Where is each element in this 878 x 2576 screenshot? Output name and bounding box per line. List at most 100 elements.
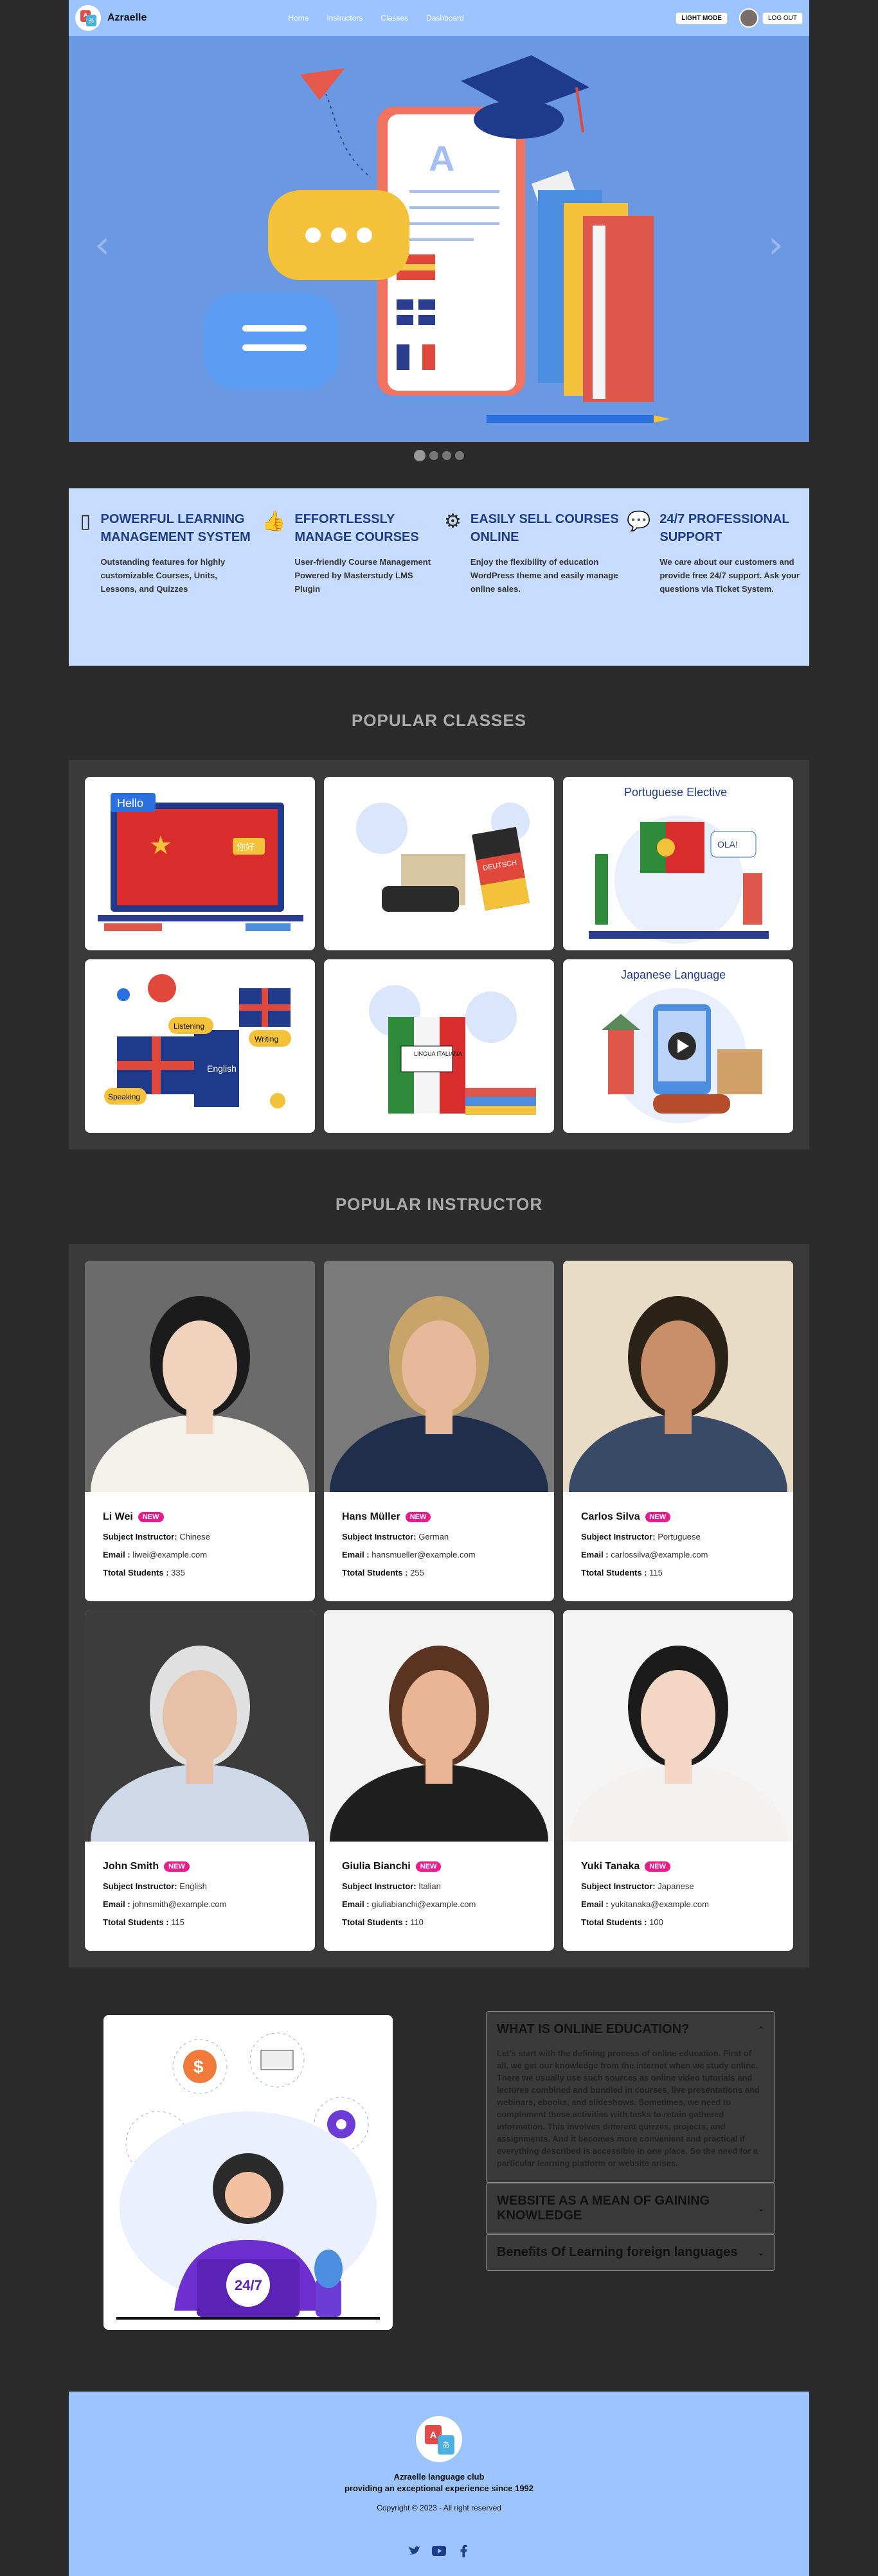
chevron-up-icon: ⌃ xyxy=(757,2025,764,2034)
faq-question[interactable]: WHAT IS ONLINE EDUCATION? ⌃ xyxy=(487,2012,775,2047)
instructor-subject: Portuguese xyxy=(658,1532,701,1541)
next-slide-icon[interactable]: › xyxy=(768,222,784,267)
instructor-email: liwei@example.com xyxy=(132,1550,208,1559)
class-card-japanese[interactable]: Japanese Language xyxy=(563,959,793,1133)
nav-instructors[interactable]: Instructors xyxy=(327,13,363,22)
paper-plane-icon xyxy=(300,68,345,100)
class-card-english[interactable]: English Listening Writing Speaking xyxy=(85,959,315,1133)
slide-dot[interactable] xyxy=(429,451,438,460)
instructor-card[interactable]: Li Wei NEW Subject Instructor: Chinese E… xyxy=(85,1261,315,1601)
youtube-icon[interactable] xyxy=(431,2543,447,2559)
faq-item-online-education[interactable]: WHAT IS ONLINE EDUCATION? ⌃ Let's start … xyxy=(486,2011,775,2183)
students-label: Ttotal Students : xyxy=(103,1568,169,1577)
avatar[interactable] xyxy=(739,8,758,28)
footer-logo: Aあ xyxy=(416,2416,462,2462)
email-label: Email : xyxy=(581,1550,609,1559)
class-card-german[interactable]: DEUTSCH xyxy=(324,777,554,950)
instructor-card[interactable]: Hans Müller NEW Subject Instructor: Germ… xyxy=(324,1261,554,1601)
instructor-photo xyxy=(563,1261,793,1492)
instructor-students: 110 xyxy=(410,1917,424,1927)
brand[interactable]: Aあ Azraelle Home Instructors Classes Das… xyxy=(75,5,464,31)
faq-question[interactable]: WEBSITE AS A MEAN OF GAINING KNOWLEDGE ⌄ xyxy=(487,2183,775,2234)
svg-text:LINGUA ITALIANA: LINGUA ITALIANA xyxy=(414,1051,462,1057)
svg-text:Speaking: Speaking xyxy=(108,1092,140,1101)
instructor-card[interactable]: John Smith NEW Subject Instructor: Engli… xyxy=(85,1610,315,1951)
twitter-icon[interactable] xyxy=(407,2543,422,2559)
faq-question-text: WEBSITE AS A MEAN OF GAINING KNOWLEDGE xyxy=(497,2194,710,2223)
slide-dot[interactable] xyxy=(455,451,464,460)
instructor-card[interactable]: Carlos Silva NEW Subject Instructor: Por… xyxy=(563,1261,793,1601)
english-class-image: English Listening Writing Speaking xyxy=(104,974,291,1108)
feature-lms: ▯ POWERFUL LEARNING MANAGEMENT SYSTEM Ou… xyxy=(79,510,255,666)
instructor-name: John Smith xyxy=(103,1861,159,1872)
faq-question-text: Benefits Of Learning foreign languages xyxy=(497,2245,738,2259)
instructors-panel: Li Wei NEW Subject Instructor: Chinese E… xyxy=(69,1244,809,1968)
logout-button[interactable]: LOG OUT xyxy=(762,12,803,24)
slide-dot[interactable] xyxy=(414,450,426,461)
instructor-name: Giulia Bianchi xyxy=(342,1861,411,1872)
instructor-name: Yuki Tanaka xyxy=(581,1861,640,1872)
phone-icon: ▯ xyxy=(80,510,91,533)
instructor-subject: Chinese xyxy=(179,1532,210,1541)
navbar: Aあ Azraelle Home Instructors Classes Das… xyxy=(69,0,809,36)
svg-text:你好: 你好 xyxy=(237,842,255,853)
instructor-card[interactable]: Yuki Tanaka NEW Subject Instructor: Japa… xyxy=(563,1610,793,1951)
prev-slide-icon[interactable]: ‹ xyxy=(94,222,110,267)
feature-title: POWERFUL LEARNING MANAGEMENT SYSTEM xyxy=(100,512,251,544)
faq-item-website[interactable]: WEBSITE AS A MEAN OF GAINING KNOWLEDGE ⌄ xyxy=(486,2183,775,2234)
thumbs-up-icon: 👍 xyxy=(262,510,286,533)
classes-panel: ★ Hello 你好 DEUTSCH Portuguese Elective O… xyxy=(69,760,809,1150)
instructor-card[interactable]: Giulia Bianchi NEW Subject Instructor: I… xyxy=(324,1610,554,1951)
logo: Aあ xyxy=(75,5,101,31)
slider-dots xyxy=(69,442,809,488)
footer-club-name: Azraelle language club xyxy=(393,2472,485,2482)
instructor-photo xyxy=(324,1610,554,1842)
feature-support: 💬 24/7 PROFESSIONAL SUPPORT We care abou… xyxy=(627,510,803,666)
chevron-down-icon: ⌄ xyxy=(757,2248,764,2257)
new-badge: NEW xyxy=(645,1861,670,1872)
nav-classes[interactable]: Classes xyxy=(381,13,408,22)
instructor-email: johnsmith@example.com xyxy=(132,1899,227,1909)
email-label: Email : xyxy=(342,1550,370,1559)
instructor-email: hansmueller@example.com xyxy=(372,1550,476,1559)
faq-answer: Let's start with the defining process of… xyxy=(497,2048,760,2168)
faq-accordion: WHAT IS ONLINE EDUCATION? ⌃ Let's start … xyxy=(486,2011,775,2392)
svg-text:★: ★ xyxy=(149,831,172,860)
email-label: Email : xyxy=(103,1899,130,1909)
instructor-photo xyxy=(85,1610,315,1842)
support-illustration: $ 24/7 xyxy=(103,2015,393,2330)
facebook-icon[interactable] xyxy=(456,2543,471,2559)
faq-item-benefits[interactable]: Benefits Of Learning foreign languages ⌄ xyxy=(486,2234,775,2271)
nav-home[interactable]: Home xyxy=(288,13,309,22)
feature-title: EFFORTLESSLY MANAGE COURSES xyxy=(294,512,419,544)
feature-title: EASILY SELL COURSES ONLINE xyxy=(470,512,619,544)
students-label: Ttotal Students : xyxy=(581,1917,647,1927)
footer: Aあ Azraelle language club providing an e… xyxy=(69,2392,809,2576)
instructor-email: carlossilva@example.com xyxy=(611,1550,708,1559)
students-label: Ttotal Students : xyxy=(103,1917,169,1927)
slide-dot[interactable] xyxy=(442,451,451,460)
faq-question[interactable]: Benefits Of Learning foreign languages ⌄ xyxy=(487,2235,775,2270)
new-badge: NEW xyxy=(138,1512,164,1522)
subject-label: Subject Instructor: xyxy=(581,1881,656,1891)
students-label: Ttotal Students : xyxy=(581,1568,647,1577)
svg-text:English: English xyxy=(207,1063,237,1074)
instructor-subject: Japanese xyxy=(658,1881,694,1891)
light-mode-button[interactable]: LIGHT MODE xyxy=(676,12,728,24)
chat-icon: 💬 xyxy=(627,510,651,533)
feature-desc: We care about our customers and provide … xyxy=(659,557,800,594)
svg-text:Japanese Language: Japanese Language xyxy=(621,968,726,981)
class-card-italian[interactable]: LINGUA ITALIANA xyxy=(324,959,554,1133)
instructor-email: yukitanaka@example.com xyxy=(611,1899,709,1909)
gear-icon: ⚙ xyxy=(444,510,461,533)
class-card-portuguese[interactable]: Portuguese Elective OLA! xyxy=(563,777,793,950)
feature-desc: Enjoy the flexibility of education WordP… xyxy=(470,557,618,594)
feature-desc: User-friendly Course Management Powered … xyxy=(294,557,431,594)
class-card-chinese[interactable]: ★ Hello 你好 xyxy=(85,777,315,950)
nav-dashboard[interactable]: Dashboard xyxy=(426,13,464,22)
new-badge: NEW xyxy=(415,1861,442,1872)
subject-label: Subject Instructor: xyxy=(581,1532,656,1541)
subject-label: Subject Instructor: xyxy=(342,1881,417,1891)
email-label: Email : xyxy=(103,1550,130,1559)
instructor-name: Hans Müller xyxy=(342,1511,400,1522)
